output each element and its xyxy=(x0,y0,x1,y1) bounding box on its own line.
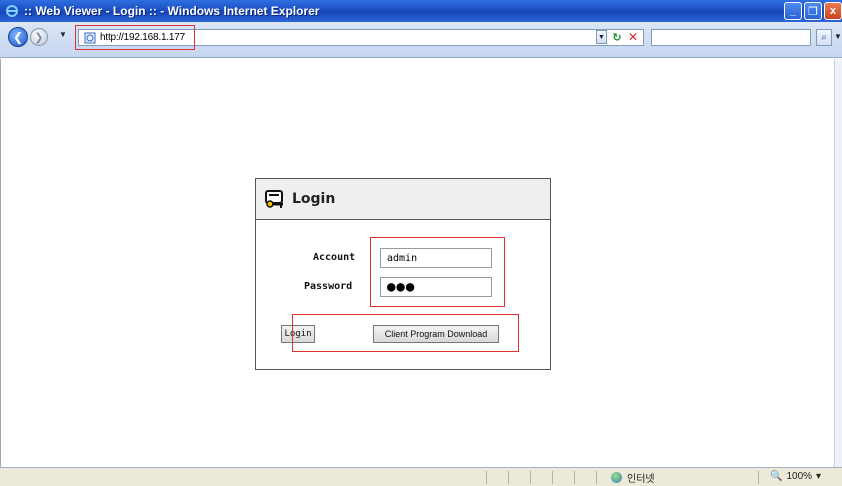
search-icon[interactable]: ⌕ xyxy=(816,29,832,46)
login-key-icon xyxy=(264,188,286,210)
login-title: Login xyxy=(292,191,336,207)
buttons-highlight-box xyxy=(292,314,519,352)
zoom-control[interactable]: 🔍 100% ▾ xyxy=(770,471,821,482)
vertical-scrollbar[interactable] xyxy=(834,59,842,467)
window-title: :: Web Viewer - Login :: - Windows Inter… xyxy=(24,4,320,18)
login-panel: Login Account Password admin ●●● Login C… xyxy=(255,178,551,370)
search-options-icon[interactable]: ▼ xyxy=(834,32,842,41)
globe-icon xyxy=(611,472,622,483)
login-header: Login xyxy=(256,179,550,220)
status-divider xyxy=(758,471,759,484)
status-divider xyxy=(486,471,487,484)
address-dropdown-icon[interactable]: ▼ xyxy=(596,30,607,44)
status-divider xyxy=(508,471,509,484)
status-divider xyxy=(596,471,597,484)
history-dropdown-icon[interactable]: ▼ xyxy=(59,30,67,39)
ie-logo-icon xyxy=(4,3,20,19)
forward-button[interactable]: ❯ xyxy=(30,28,48,46)
status-bar: 인터넷 🔍 100% ▾ xyxy=(0,467,842,486)
refresh-icon[interactable]: ↻ xyxy=(611,30,623,44)
minimize-button[interactable]: _ xyxy=(784,2,802,20)
restore-button[interactable]: ❐ xyxy=(804,2,822,20)
account-label: Account xyxy=(313,252,356,263)
password-label: Password xyxy=(304,281,353,292)
fields-highlight-box xyxy=(370,237,505,307)
zoom-level: 100% xyxy=(786,471,813,482)
status-divider xyxy=(530,471,531,484)
window-title-bar: :: Web Viewer - Login :: - Windows Inter… xyxy=(0,0,842,22)
search-input[interactable] xyxy=(651,29,811,46)
status-divider xyxy=(574,471,575,484)
stop-icon[interactable]: ✕ xyxy=(627,30,639,44)
zoom-icon: 🔍 xyxy=(770,471,783,482)
zoom-dropdown-icon: ▾ xyxy=(816,471,822,482)
back-button[interactable]: ❮ xyxy=(8,27,28,47)
url-highlight-box xyxy=(75,25,195,50)
zone-text: 인터넷 xyxy=(627,474,655,485)
security-zone[interactable]: 인터넷 xyxy=(611,470,655,485)
address-toolbar: ❮ ❯ ▼ http://192.168.1.177 ▼ ↻ ✕ ⌕ ▼ xyxy=(0,22,842,58)
close-button[interactable]: x xyxy=(824,2,842,20)
status-divider xyxy=(552,471,553,484)
